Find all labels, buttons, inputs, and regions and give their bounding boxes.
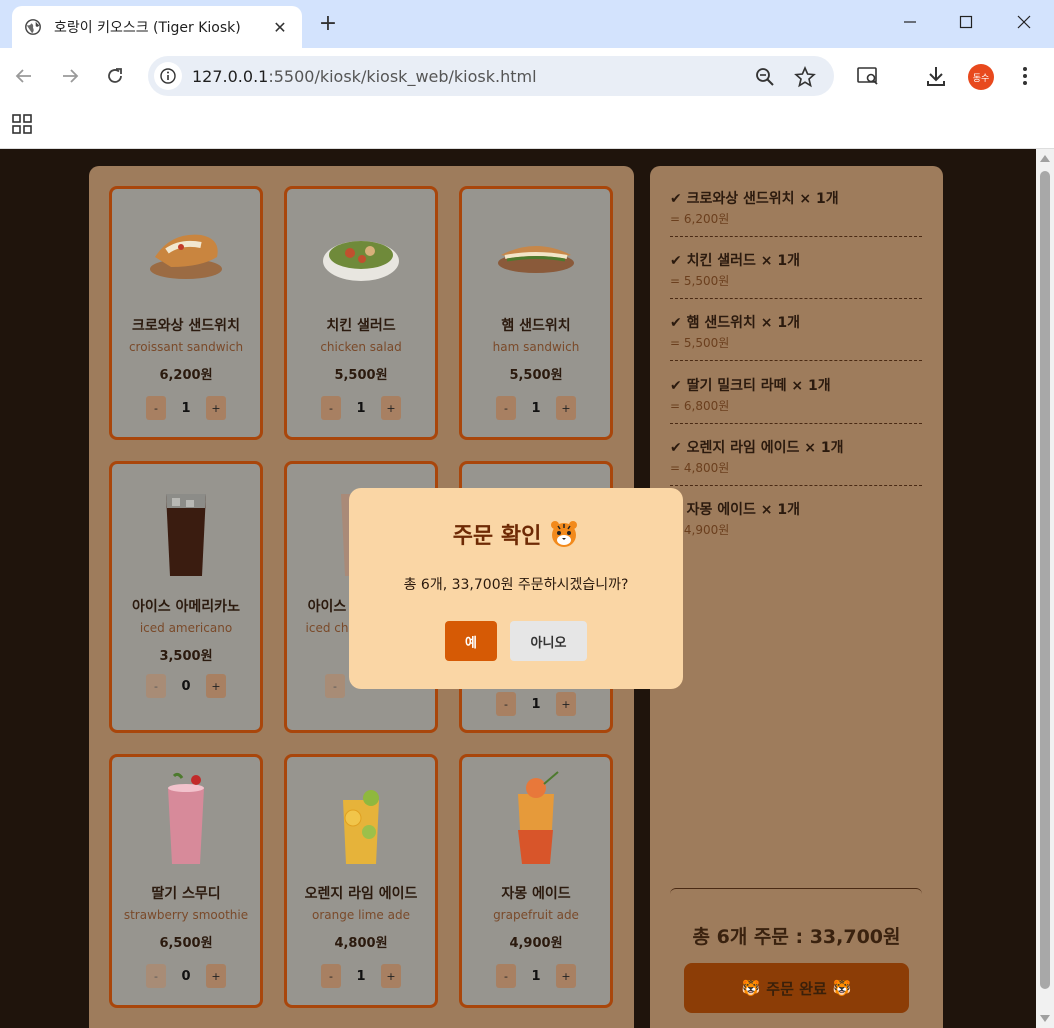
close-tab-icon[interactable]: ✕ <box>270 18 290 37</box>
reload-icon[interactable] <box>103 64 127 88</box>
tab-strip: 호랑이 키오스크 (Tiger Kiosk) ✕ + <box>0 0 1054 48</box>
maximize-icon[interactable] <box>954 10 978 34</box>
url-path: :5500/kiosk/kiosk_web/kiosk.html <box>268 66 537 86</box>
confirm-no-button[interactable]: 아니오 <box>510 621 587 661</box>
apps-grid-icon[interactable] <box>12 114 32 134</box>
url-host: 127.0.0.1 <box>192 66 269 86</box>
url-text[interactable]: 127.0.0.1:5500/kiosk/kiosk_web/kiosk.htm… <box>192 67 834 86</box>
address-bar[interactable]: 127.0.0.1:5500/kiosk/kiosk_web/kiosk.htm… <box>148 56 834 96</box>
tiger-icon <box>551 521 578 547</box>
close-window-icon[interactable] <box>1012 10 1036 34</box>
page-scrollbar[interactable] <box>1036 149 1054 1028</box>
scroll-up-icon[interactable] <box>1040 155 1050 162</box>
dialog-title: 주문 확인 <box>349 518 683 550</box>
minimize-icon[interactable] <box>898 10 922 34</box>
site-info-icon[interactable] <box>154 62 182 90</box>
profile-avatar[interactable]: 동수 <box>968 64 994 90</box>
scroll-down-icon[interactable] <box>1040 1015 1050 1022</box>
confirm-yes-button[interactable]: 예 <box>445 621 497 661</box>
bookmark-star-icon[interactable] <box>794 66 816 88</box>
browser-toolbar: 127.0.0.1:5500/kiosk/kiosk_web/kiosk.htm… <box>0 48 1054 104</box>
dialog-title-text: 주문 확인 <box>452 524 542 549</box>
forward-icon[interactable] <box>58 64 82 88</box>
tab-search-icon[interactable] <box>856 64 880 88</box>
back-icon[interactable] <box>12 64 36 88</box>
more-menu-icon[interactable] <box>1013 64 1037 88</box>
zoom-icon[interactable] <box>754 66 776 88</box>
tab-title: 호랑이 키오스크 (Tiger Kiosk) <box>54 20 241 36</box>
dialog-message: 총 6개, 33,700원 주문하시겠습니까? <box>403 577 629 593</box>
globe-icon <box>25 19 41 35</box>
order-confirm-dialog: 주문 확인 총 6개, 33,700원 주문하시겠습니까? 예 아니오 <box>349 488 683 689</box>
browser-tab[interactable]: 호랑이 키오스크 (Tiger Kiosk) ✕ <box>12 6 302 48</box>
bookmarks-bar <box>0 104 1054 149</box>
download-icon[interactable] <box>924 64 948 88</box>
new-tab-icon[interactable]: + <box>316 11 340 36</box>
scrollbar-thumb[interactable] <box>1040 171 1050 989</box>
